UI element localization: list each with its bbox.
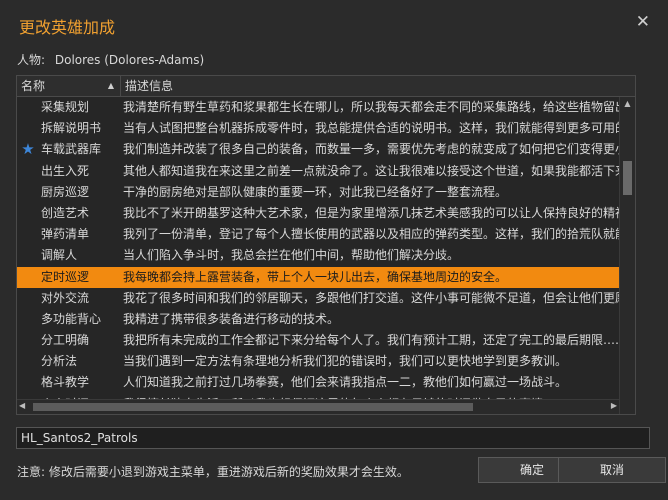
table-row[interactable]: 出生入死 其他人都知道我在来这里之前差一点就没命了。这让我很难以接受这个世道，如果…	[17, 161, 619, 182]
scroll-left-icon[interactable]: ◀	[19, 401, 25, 410]
table-row[interactable]: 采集规划 我清楚所有野生草药和浆果都生长在哪儿，所以我每天都会走不同的采集路线，给…	[17, 97, 619, 118]
row-name: 对外交流	[41, 290, 90, 305]
horizontal-scrollbar[interactable]: ◀ ▶	[17, 399, 619, 414]
table-row[interactable]: 多功能背心 我精进了携带很多装备进行移动的技术。	[17, 309, 619, 330]
row-name: 弹药清单	[41, 227, 90, 242]
row-description: 我花了很多时间和我们的邻居聊天，多跟他们打交道。这件小事可能微不足道，但会让他们…	[123, 290, 619, 305]
horizontal-scroll-thumb[interactable]	[33, 403, 473, 411]
table-row[interactable]: 创造艺术 我比不了米开朗基罗这种大艺术家，但是为家里增添几抹艺术美感我的可以让人保…	[17, 203, 619, 224]
table-row[interactable]: 厨房巡逻 干净的厨房绝对是部队健康的重要一环，对此我已经备好了一整套流程。	[17, 182, 619, 203]
table-row[interactable]: 分工明确 我把所有未完成的工作全都记下来分给每个人了。我们有预计工期，还定了完工的…	[17, 330, 619, 351]
row-description: 我精进了携带很多装备进行移动的技术。	[123, 311, 340, 326]
row-description: 我把所有未完成的工作全都记下来分给每个人了。我们有预计工期，还定了完工的最后期限…	[123, 333, 619, 348]
close-icon[interactable]: ✕	[636, 13, 650, 31]
restart-note: 注意: 修改后需要小退到游戏主菜单，重进游戏后新的奖励效果才会生效。	[17, 465, 409, 479]
row-name: 拆解说明书	[41, 121, 102, 136]
row-description: 干净的厨房绝对是部队健康的重要一环，对此我已经备好了一整套流程。	[123, 184, 508, 199]
person-label: 人物:	[17, 53, 46, 67]
row-name: 采集规划	[41, 100, 90, 114]
row-description: 当我们遇到一定方法有条理地分析我们犯的错误时，我们可以更快地学到更多教训。	[123, 354, 568, 369]
row-name: 厨房巡逻	[41, 184, 90, 199]
scroll-up-icon[interactable]: ▲	[620, 99, 635, 108]
row-description: 我清楚所有野生草药和浆果都生长在哪儿，所以我每天都会走不同的采集路线，给这些植物…	[123, 100, 619, 114]
row-description: 当人们陷入争斗时，我总会拦在他们中间，帮助他们解决分歧。	[123, 248, 460, 263]
row-description: 我每晚都会持上露营装备，带上个人一块儿出去，确保基地周边的安全。	[123, 269, 508, 284]
row-name: 分工明确	[41, 333, 90, 348]
row-description: 其他人都知道我在来这里之前差一点就没命了。这让我很难以接受这个世道，如果我能都活…	[123, 163, 619, 178]
table-row[interactable]: 分析法 当我们遇到一定方法有条理地分析我们犯的错误时，我们可以更快地学到更多教训。	[17, 351, 619, 372]
row-description: 我们制造并改装了很多自己的装备，而数量一多，需要优先考虑的就变成了如何把它们变得…	[123, 142, 619, 157]
dialog-title: 更改英雄加成	[19, 18, 116, 37]
row-name: 创造艺术	[41, 205, 90, 220]
row-description: 我比不了米开朗基罗这种大艺术家，但是为家里增添几抹艺术美感我的可以让人保持良好的…	[123, 205, 619, 220]
cancel-button[interactable]: 取消	[558, 457, 666, 483]
table-row[interactable]: 弹药清单 我列了一份清单，登记了每个人擅长使用的武器以及相应的弹药类型。这样，我们…	[17, 224, 619, 245]
table-row[interactable]: 调解人 当人们陷入争斗时，我总会拦在他们中间，帮助他们解决分歧。	[17, 245, 619, 266]
table-row[interactable]: 格斗教学 人们知道我之前打过几场拳赛，他们会来请我指点一二，教他们如何赢过一场战斗…	[17, 372, 619, 393]
star-icon: ★	[21, 140, 35, 159]
column-header-name-label: 名称	[21, 79, 46, 93]
row-description: 人们知道我之前打过几场拳赛，他们会来请我指点一二，教他们如何赢过一场战斗。	[123, 375, 568, 390]
bonus-table: 名称 ▲ 描述信息 采集规划 我清楚所有野生草药和浆果都生长在哪儿，所以我每天都会…	[16, 75, 636, 415]
title-bar: 更改英雄加成 ✕	[0, 0, 668, 46]
scroll-right-icon[interactable]: ▶	[611, 401, 617, 410]
column-header-description[interactable]: 描述信息	[121, 76, 619, 96]
row-name: 出生入死	[41, 163, 90, 178]
table-body: 采集规划 我清楚所有野生草药和浆果都生长在哪儿，所以我每天都会走不同的采集路线，给…	[17, 97, 619, 414]
row-name: 格斗教学	[41, 375, 90, 390]
column-header-description-label: 描述信息	[125, 79, 174, 93]
table-header: 名称 ▲ 描述信息	[17, 76, 635, 97]
person-value: Dolores (Dolores-Adams)	[54, 53, 205, 67]
row-name: 分析法	[41, 354, 78, 369]
column-header-name[interactable]: 名称 ▲	[17, 76, 121, 96]
row-description: 当有人试图把整台机器拆成零件时，我总能提供合适的说明书。这样，我们就能得到更多可…	[123, 121, 619, 136]
person-line: 人物: Dolores (Dolores-Adams)	[17, 51, 204, 68]
table-row[interactable]: ★ 车载武器库 我们制造并改装了很多自己的装备，而数量一多，需要优先考虑的就变成了如…	[17, 139, 619, 160]
sort-ascending-icon: ▲	[107, 81, 114, 90]
row-name: 多功能背心	[41, 311, 102, 326]
row-name: 定时巡逻	[41, 269, 90, 284]
table-row[interactable]: 定时巡逻 我每晚都会持上露营装备，带上个人一块儿出去，确保基地周边的安全。	[17, 266, 619, 288]
table-row[interactable]: 对外交流 我花了很多时间和我们的邻居聊天，多跟他们打交道。这件小事可能微不足道，但…	[17, 288, 619, 309]
row-name: 车载武器库	[41, 142, 102, 157]
vertical-scrollbar[interactable]: ▲	[619, 97, 635, 414]
table-row[interactable]: 拆解说明书 当有人试图把整台机器拆成零件时，我总能提供合适的说明书。这样，我们就能…	[17, 118, 619, 139]
row-name: 调解人	[41, 248, 78, 263]
bonus-code-field[interactable]: HL_Santos2_Patrols	[16, 427, 650, 449]
row-description: 我列了一份清单，登记了每个人擅长使用的武器以及相应的弹药类型。这样，我们的拾荒队…	[123, 227, 619, 242]
vertical-scroll-thumb[interactable]	[623, 161, 632, 195]
